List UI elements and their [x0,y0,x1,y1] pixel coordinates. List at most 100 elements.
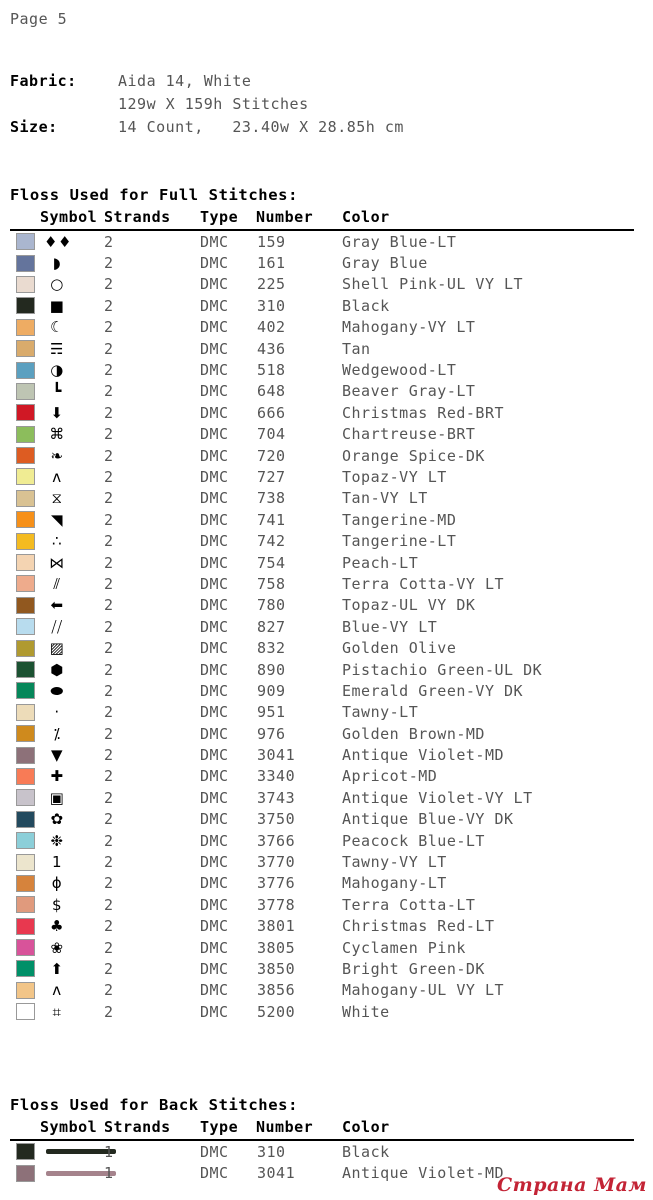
type-cell: DMC [200,981,229,1000]
number-cell: 310 [257,1142,286,1161]
nested-square-icon: ▣ [49,788,65,807]
full-stitches-title: Floss Used for Full Stitches: [10,186,299,204]
bold-plus-icon: ✚ [50,767,64,786]
table-row: ⧸⧸ 2 DMC 827 Blue-VY LT [10,616,634,637]
back-stitches-section: Floss Used for Back Stitches: Symbol Str… [10,1096,643,1184]
strands-cell: 1 [104,1142,114,1161]
half-disc-icon: ◑ [50,361,64,380]
number-cell: 3801 [257,917,296,936]
header-color-back: Color [342,1118,390,1136]
dollar-sign-icon: $ [51,895,63,914]
strands-cell: 2 [104,831,114,850]
type-cell: DMC [200,831,229,850]
color-swatch [16,489,35,507]
color-swatch [16,361,35,379]
color-name-cell: Chartreuse-BRT [342,425,476,444]
number-cell: 890 [257,660,286,679]
symbol-cell: 1 [40,851,104,872]
type-cell: DMC [200,917,229,936]
strands-cell: 2 [104,981,114,1000]
color-name-cell: Wedgewood-LT [342,361,457,380]
color-name-cell: Black [342,296,390,315]
hourglass-icon: ⧖ [51,489,63,508]
strands-cell: 2 [104,232,114,251]
strands-cell: 2 [104,853,114,872]
color-swatch [16,682,35,700]
number-cell: 780 [257,596,286,615]
color-name-cell: Emerald Green-VY DK [342,681,524,700]
color-name-cell: Christmas Red-LT [342,917,495,936]
color-name-cell: Gray Blue-LT [342,232,457,251]
down-triangle-icon: ▼ [50,746,64,765]
table-row: ⋈ 2 DMC 754 Peach-LT [10,552,634,573]
strands-cell: 2 [104,574,114,593]
table-row: ▣ 2 DMC 3743 Antique Violet-VY LT [10,787,634,808]
color-swatch-cell [10,702,40,723]
table-row: ◥ 2 DMC 741 Tangerine-MD [10,509,634,530]
strands-cell: 2 [104,425,114,444]
strands-cell: 2 [104,660,114,679]
number-cell: 827 [257,617,286,636]
size-value: 14 Count, 23.40w X 28.85h cm [118,118,404,136]
strands-cell: 2 [104,596,114,615]
color-name-cell: Mahogany-VY LT [342,318,476,337]
number-cell: 5200 [257,1002,296,1021]
number-cell: 518 [257,361,286,380]
strands-cell: 2 [104,532,114,551]
color-name-cell: Tangerine-LT [342,532,457,551]
color-swatch-cell [10,809,40,830]
color-swatch [16,404,35,422]
color-swatch [16,382,35,400]
number-cell: 310 [257,296,286,315]
tilted-blob-icon: ⬬ [50,681,64,700]
color-name-cell: Antique Blue-VY DK [342,810,514,829]
color-swatch-cell [10,894,40,915]
color-name-cell: Peach-LT [342,553,419,572]
header-strands-back: Strands [104,1118,171,1136]
back-stitches-title: Floss Used for Back Stitches: [10,1096,299,1114]
color-swatch [16,275,35,293]
color-swatch [16,960,35,978]
type-cell: DMC [200,617,229,636]
type-cell: DMC [200,275,229,294]
number-cell: 3856 [257,981,296,1000]
strands-cell: 2 [104,403,114,422]
color-swatch-cell [10,787,40,808]
number-cell: 159 [257,232,286,251]
table-row: ❉ 2 DMC 3766 Peacock Blue-LT [10,830,634,851]
fabric-row: Fabric: Aida 14, White [10,70,404,93]
color-swatch-cell [10,466,40,487]
symbol-cell: ❧ [40,445,104,466]
color-swatch-cell [10,916,40,937]
color-name-cell: Cyclamen Pink [342,938,466,957]
small-dot-icon: · [54,703,60,722]
header-symbol-back: Symbol [40,1118,98,1136]
stitches-row: 129w X 159h Stitches [10,93,404,116]
color-name-cell: Mahogany-LT [342,874,447,893]
filled-square-icon: ■ [49,296,65,315]
full-stitches-header-row: Symbol Strands Type Number Color [10,208,634,230]
header-number-back: Number [256,1118,314,1136]
table-row: ▨ 2 DMC 832 Golden Olive [10,637,634,658]
table-row: ┗ 2 DMC 648 Beaver Gray-LT [10,381,634,402]
color-name-cell: Orange Spice-DK [342,446,485,465]
color-swatch [16,233,35,251]
table-row: ⧖ 2 DMC 738 Tan-VY LT [10,488,634,509]
strands-cell: 2 [104,489,114,508]
type-cell: DMC [200,895,229,914]
table-row: ■ 2 DMC 310 Black [10,295,634,316]
color-swatch [16,618,35,636]
table-row: ⬅ 2 DMC 780 Topaz-UL VY DK [10,595,634,616]
corner-l-icon: ┗ [52,382,62,401]
strands-cell: 2 [104,767,114,786]
left-arrow-icon: ⬅ [50,596,64,615]
strands-cell: 2 [104,382,114,401]
club-icon: ♣ [50,917,64,936]
color-name-cell: Peacock Blue-LT [342,831,485,850]
number-cell: 951 [257,703,286,722]
table-row: 1 2 DMC 3770 Tawny-VY LT [10,851,634,872]
color-swatch-cell [10,402,40,423]
color-swatch-cell [10,637,40,658]
color-name-cell: Tawny-VY LT [342,853,447,872]
color-swatch [16,832,35,850]
